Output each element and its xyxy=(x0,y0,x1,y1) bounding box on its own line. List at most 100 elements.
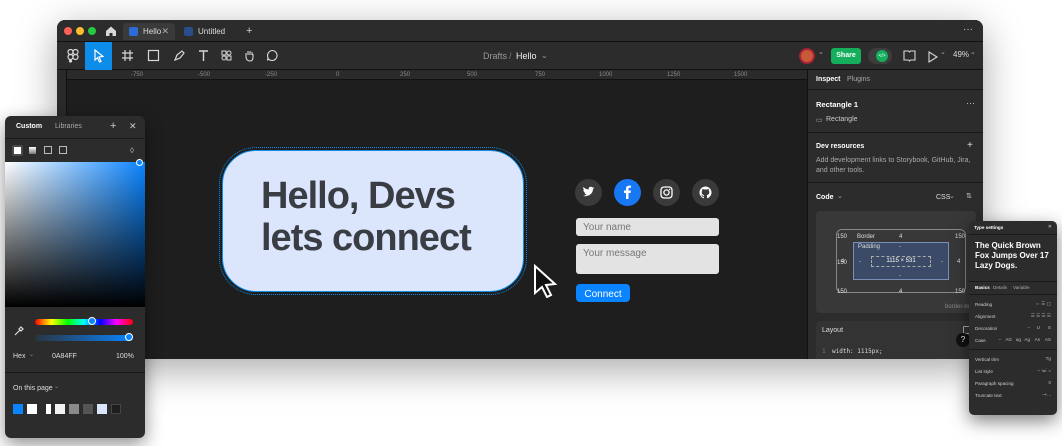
hex-input[interactable]: 0A84FF xyxy=(52,353,77,360)
tab-custom[interactable]: Custom xyxy=(16,123,42,130)
gradient-fill-icon[interactable] xyxy=(29,147,36,154)
alignment-icons[interactable]: ☰ ☰ ☰ ☰ xyxy=(1031,313,1051,319)
swatch[interactable] xyxy=(69,404,79,414)
eyedropper-icon[interactable] xyxy=(14,323,24,341)
add-style-button[interactable]: + xyxy=(110,120,116,132)
opacity-input[interactable]: 100% xyxy=(116,353,134,360)
main-menu-button[interactable] xyxy=(61,42,85,70)
tab-plugins[interactable]: Plugins xyxy=(847,76,870,83)
decoration-none[interactable]: – xyxy=(1027,325,1030,330)
home-icon[interactable] xyxy=(105,24,117,38)
swatch[interactable] xyxy=(13,404,23,414)
pen-tool-button[interactable] xyxy=(167,42,191,70)
hand-tool-button[interactable] xyxy=(237,42,261,70)
chevron-down-icon[interactable]: ⌄ xyxy=(541,42,548,70)
breadcrumb-parent[interactable]: Drafts xyxy=(483,42,507,70)
zoom-level[interactable]: 49% xyxy=(953,50,969,59)
avatar[interactable] xyxy=(799,48,815,64)
vertical-trim-control[interactable]: Tg xyxy=(1046,356,1051,361)
code-settings-icon[interactable]: ⇅ xyxy=(966,192,972,200)
hue-slider[interactable] xyxy=(35,319,133,325)
image-fill-icon[interactable] xyxy=(44,146,52,154)
truncate-on[interactable]: +... xyxy=(1044,392,1051,397)
chevron-down-icon[interactable]: ⌄ xyxy=(818,48,824,56)
saturation-handle[interactable] xyxy=(136,159,143,166)
swatch[interactable] xyxy=(83,404,93,414)
swatch[interactable] xyxy=(55,404,65,414)
case-small-caps[interactable]: As xyxy=(1035,337,1040,342)
close-window-button[interactable] xyxy=(64,27,72,35)
close-tab-icon[interactable]: ✕ xyxy=(161,23,169,40)
list-style-none[interactable]: – xyxy=(1037,368,1040,373)
dev-mode-toggle[interactable]: </> xyxy=(868,48,892,64)
blend-mode-icon[interactable]: ◊ xyxy=(130,146,134,155)
more-menu-button[interactable]: ··· xyxy=(963,23,973,37)
type-settings-title: Type settings xyxy=(974,225,1004,230)
message-field[interactable]: Your message xyxy=(576,244,719,274)
tab-details[interactable]: Details xyxy=(993,285,1007,290)
selected-rectangle[interactable]: Hello, Devs lets connect xyxy=(219,147,527,295)
shape-tool-button[interactable] xyxy=(141,42,165,70)
swatch[interactable] xyxy=(27,404,37,414)
github-icon[interactable] xyxy=(692,179,719,206)
case-all-small-caps[interactable]: AS xyxy=(1045,337,1051,342)
case-title[interactable]: Ag xyxy=(1024,337,1030,342)
saturation-field[interactable] xyxy=(5,162,145,307)
instagram-icon[interactable] xyxy=(653,179,680,206)
add-dev-resource-button[interactable]: + xyxy=(967,140,973,151)
case-lower[interactable]: ag xyxy=(1016,337,1021,342)
close-icon[interactable]: ✕ xyxy=(1048,224,1052,230)
swatch[interactable] xyxy=(111,404,121,414)
name-field[interactable]: Your name xyxy=(576,218,719,236)
twitter-icon[interactable] xyxy=(575,179,602,206)
canvas[interactable]: Hello, Devs lets connect Your name Your … xyxy=(67,80,807,359)
tab-libraries[interactable]: Libraries xyxy=(55,123,82,130)
on-this-page-label[interactable]: On this page xyxy=(13,385,53,392)
decoration-strikethrough[interactable]: S xyxy=(1048,325,1051,330)
text-tool-button[interactable] xyxy=(191,42,215,70)
paragraph-spacing-input[interactable]: 0 xyxy=(1048,380,1051,385)
tab-hello[interactable]: Hello ✕ xyxy=(123,23,175,40)
opacity-slider[interactable] xyxy=(35,335,133,341)
chevron-down-icon[interactable]: ⌄ xyxy=(970,48,976,56)
chevron-down-icon[interactable]: ⌄ xyxy=(949,192,955,200)
video-fill-icon[interactable] xyxy=(59,146,67,154)
tab-untitled[interactable]: Untitled xyxy=(178,23,240,40)
comment-tool-button[interactable] xyxy=(260,42,284,70)
page-title[interactable]: Hello xyxy=(516,42,537,70)
tab-variable[interactable]: Variable xyxy=(1013,285,1030,290)
case-none[interactable]: – xyxy=(998,337,1001,342)
facebook-icon[interactable] xyxy=(614,179,641,206)
tab-basics[interactable]: Basics xyxy=(975,285,990,290)
minimize-window-button[interactable] xyxy=(76,27,84,35)
connect-button[interactable]: Connect xyxy=(576,284,630,302)
solid-fill-button[interactable] xyxy=(12,145,23,156)
padding-bottom: - xyxy=(899,273,901,279)
reading-direction-icons[interactable]: ⇔ ☰ ▢ xyxy=(1035,301,1051,307)
swatch[interactable] xyxy=(97,404,107,414)
hue-handle[interactable] xyxy=(88,317,96,325)
share-button[interactable]: Share xyxy=(831,48,861,64)
case-upper[interactable]: AG xyxy=(1005,337,1012,342)
chevron-down-icon[interactable]: ⌄ xyxy=(54,383,59,390)
swatch[interactable] xyxy=(41,404,51,414)
list-style-numbered[interactable]: ⋮= xyxy=(1044,368,1051,374)
new-tab-button[interactable]: + xyxy=(246,23,252,40)
dev-resources-description: Add development links to Storybook, GitH… xyxy=(816,157,971,174)
color-format-select[interactable]: Hex xyxy=(13,353,25,360)
opacity-handle[interactable] xyxy=(125,333,133,341)
maximize-window-button[interactable] xyxy=(88,27,96,35)
layer-more-button[interactable]: ··· xyxy=(966,98,975,108)
resources-tool-button[interactable] xyxy=(214,42,238,70)
move-tool-button[interactable] xyxy=(85,42,112,70)
help-button[interactable]: ? xyxy=(956,333,970,347)
decoration-underline[interactable]: U xyxy=(1037,325,1040,330)
frame-tool-button[interactable] xyxy=(115,42,139,70)
present-button[interactable] xyxy=(928,50,939,68)
tab-inspect[interactable]: Inspect xyxy=(816,76,841,83)
chevron-down-icon[interactable]: ⌄ xyxy=(940,48,946,56)
chevron-down-icon[interactable]: ⌄ xyxy=(29,351,34,358)
library-icon[interactable] xyxy=(903,49,916,67)
close-icon[interactable]: ✕ xyxy=(129,121,137,132)
chevron-down-icon[interactable]: ⌄ xyxy=(837,192,843,200)
